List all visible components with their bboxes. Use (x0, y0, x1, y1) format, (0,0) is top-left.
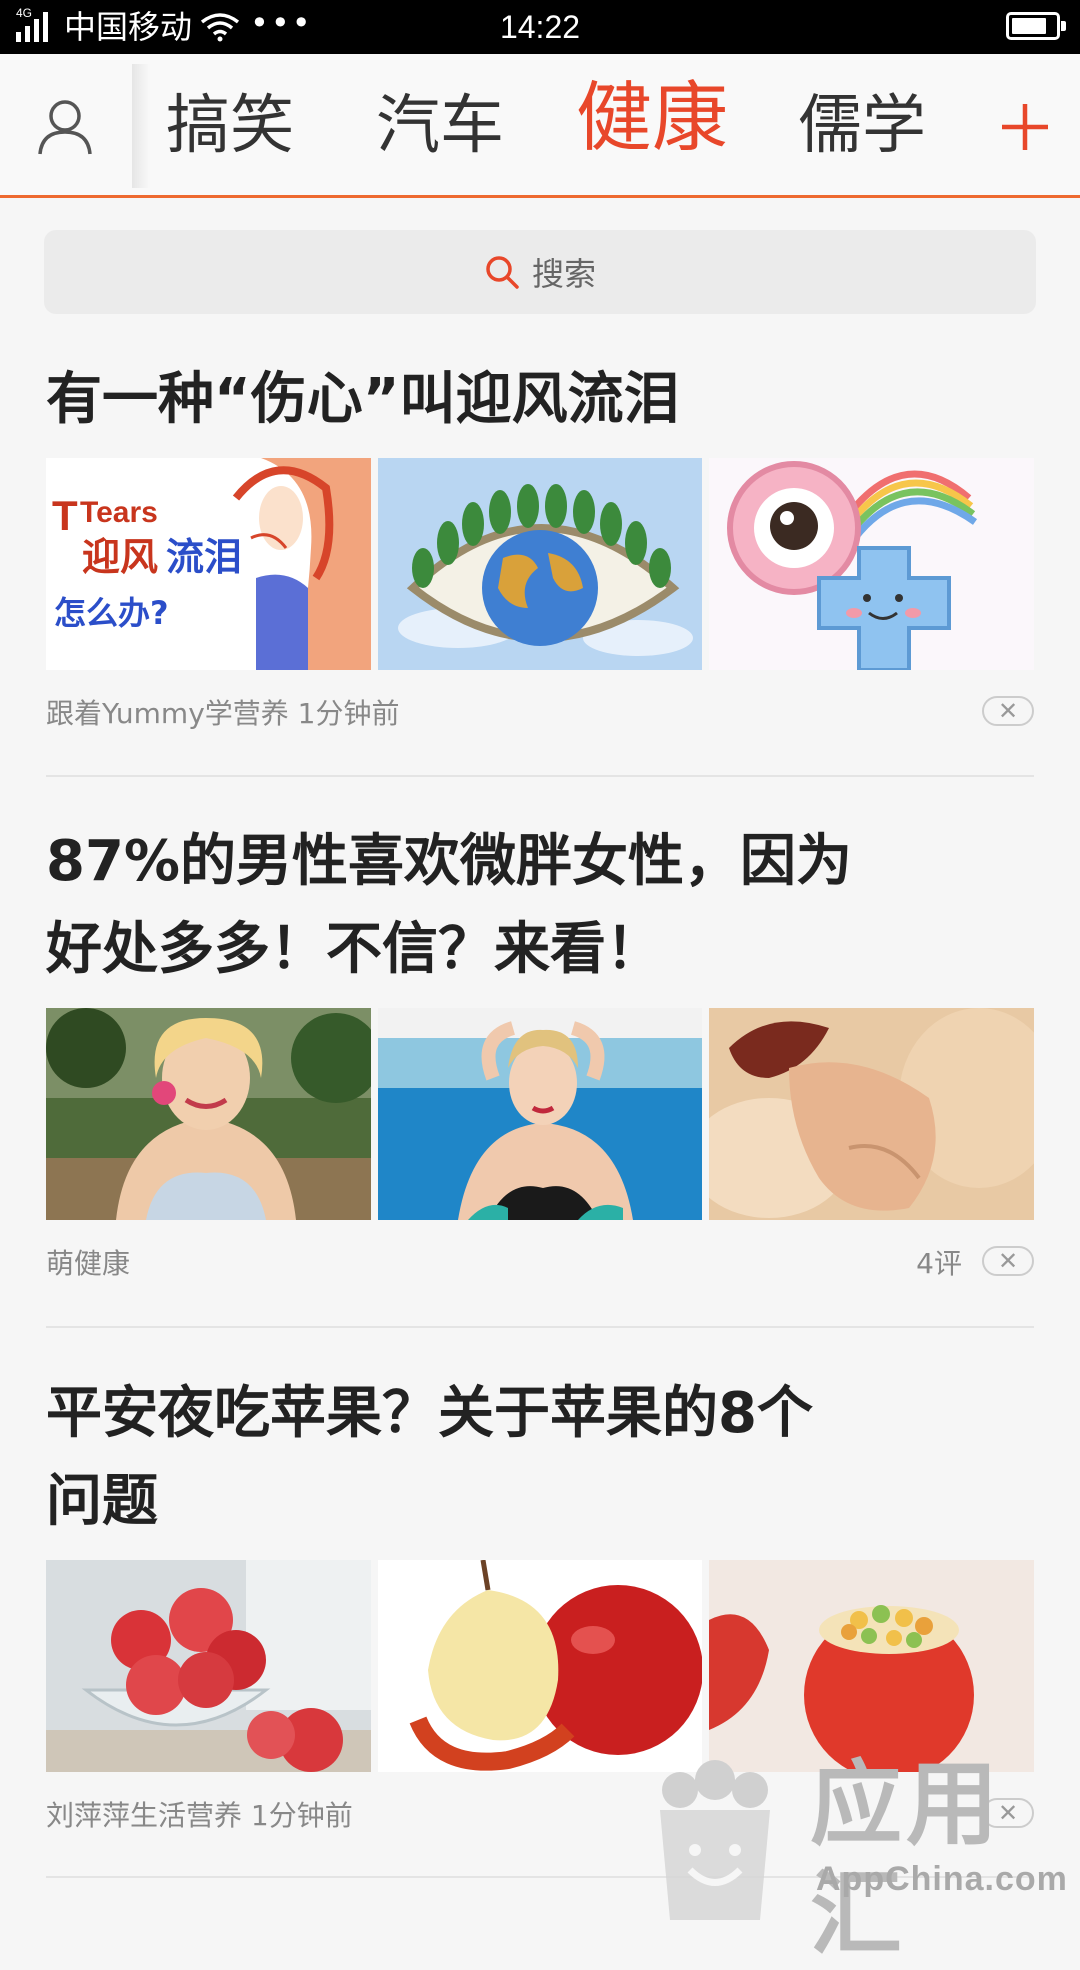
clock: 14:22 (499, 9, 581, 45)
battery-icon (1006, 12, 1066, 40)
search-icon (486, 256, 519, 289)
dismiss-button[interactable]: ✕ (982, 696, 1034, 726)
close-icon: ✕ (997, 697, 1019, 725)
tab-gaoxiao[interactable]: 搞笑 (166, 88, 294, 164)
watermark-subtitle: AppChina.com (816, 1860, 1068, 1898)
image-text-tears: Tears (80, 496, 158, 529)
plus-icon[interactable] (998, 100, 1052, 154)
article-title[interactable]: 有一种“伤心”叫迎风流泪 (46, 356, 1034, 444)
user-icon[interactable] (30, 92, 100, 162)
appchina-watermark: 应用汇 AppChina.com (640, 1740, 1080, 1968)
article-image (46, 1008, 371, 1220)
status-bar: 4G 中国移动 ••• 14:22 (0, 0, 1080, 54)
close-icon: ✕ (997, 1247, 1019, 1275)
tab-scroll-shadow (132, 64, 150, 188)
comment-count: 4评 (916, 1247, 962, 1280)
article-image (709, 458, 1035, 670)
article-image (46, 1560, 371, 1772)
search-placeholder: 搜索 (531, 255, 596, 293)
article-images: T Tears 迎风 流泪 怎么办? (46, 458, 1035, 670)
image-text-liulei: 流泪 (166, 535, 242, 579)
article-card[interactable]: 87%的男性喜欢微胖女性，因为 好处多多！不信？来看！ 萌健康 4评 ✕ (46, 818, 1035, 1300)
svg-text:T: T (52, 492, 78, 539)
tab-ruxue[interactable]: 儒学 (798, 88, 926, 164)
article-meta: 萌健康 4评 ✕ (46, 1220, 1034, 1300)
article-source: 跟着Yummy学营养 1分钟前 (46, 697, 400, 730)
article-title[interactable]: 87%的男性喜欢微胖女性，因为 好处多多！不信？来看！ (46, 818, 1034, 994)
article-image (377, 1008, 703, 1220)
dismiss-button[interactable]: ✕ (982, 1246, 1034, 1276)
article-image (709, 1008, 1035, 1220)
article-divider (46, 1326, 1034, 1328)
article-source: 萌健康 (46, 1247, 131, 1280)
article-image (377, 458, 703, 670)
article-images (46, 1008, 1035, 1220)
image-text-zenmeban: 怎么办? (54, 594, 169, 632)
search-bar[interactable]: 搜索 (44, 230, 1036, 314)
appchina-logo-icon (660, 1760, 770, 1920)
article-title[interactable]: 平安夜吃苹果？关于苹果的8个 问题 (46, 1370, 1034, 1546)
article-divider (46, 775, 1034, 777)
article-meta: 跟着Yummy学营养 1分钟前 ✕ (46, 670, 1034, 750)
image-text-yingfeng: 迎风 (82, 535, 158, 579)
tab-jiankang[interactable]: 健康 (576, 80, 728, 156)
article-source: 刘萍萍生活营养 1分钟前 (46, 1799, 353, 1832)
channel-tab-bar: 搞笑 汽车 健康 儒学 (0, 54, 1080, 198)
article-image: T Tears 迎风 流泪 怎么办? (46, 458, 371, 670)
article-card[interactable]: 有一种“伤心”叫迎风流泪 T Tears 迎风 流泪 怎么办? 跟着Yummy学… (46, 356, 1035, 750)
tab-qiche[interactable]: 汽车 (376, 88, 504, 164)
